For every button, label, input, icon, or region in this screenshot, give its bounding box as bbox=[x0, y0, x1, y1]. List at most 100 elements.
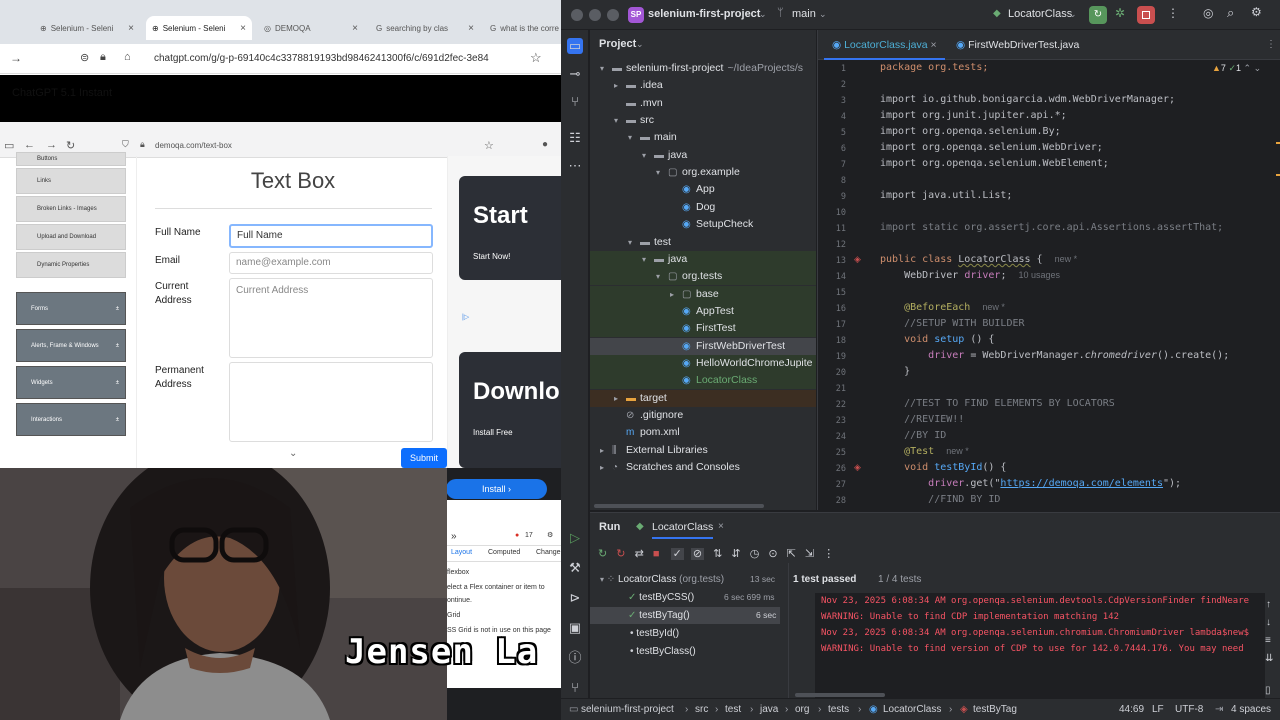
import-icon[interactable]: ⇲ bbox=[805, 548, 814, 560]
chevron-down-icon[interactable]: ▾ bbox=[656, 164, 668, 181]
permanent-address-textarea[interactable] bbox=[229, 362, 433, 442]
email-input[interactable]: name@example.com bbox=[229, 252, 433, 274]
tree-item[interactable]: m pom.xml bbox=[590, 424, 816, 441]
adchoices-icon[interactable]: |▷ bbox=[462, 313, 469, 321]
run-panel-title[interactable]: Run bbox=[599, 521, 620, 533]
line-number[interactable]: 25 bbox=[818, 448, 846, 458]
file-encoding[interactable]: UTF-8 bbox=[1175, 704, 1203, 715]
close-window-icon[interactable] bbox=[571, 9, 583, 21]
chevron-down-icon[interactable]: ▾ bbox=[614, 112, 626, 129]
breadcrumb-item[interactable]: org bbox=[795, 704, 809, 715]
more-vertical-icon[interactable]: ⋮ bbox=[823, 548, 834, 560]
tree-item[interactable]: ▾ ▬ src bbox=[590, 112, 816, 129]
up-arrow-icon[interactable]: ↑ bbox=[1266, 599, 1271, 610]
url-text[interactable]: chatgpt.com/g/g-p-69140c4c3378819193bd98… bbox=[154, 53, 524, 64]
line-number[interactable]: 2 bbox=[818, 80, 846, 90]
tree-item[interactable]: ▸ ⫼ External Libraries bbox=[590, 442, 816, 459]
tree-item[interactable]: ◉ SetupCheck bbox=[590, 216, 816, 233]
full-name-input[interactable]: Full Name bbox=[229, 224, 433, 248]
install-button[interactable]: Install › bbox=[446, 479, 547, 499]
back-arrow-icon[interactable]: ← bbox=[24, 139, 35, 151]
tree-item[interactable]: ▸ ▬ .idea bbox=[590, 77, 816, 94]
tree-item[interactable]: ▾ ▢ org.tests bbox=[590, 268, 816, 286]
indent-setting[interactable]: 4 spaces bbox=[1231, 704, 1271, 715]
line-number[interactable]: 7 bbox=[818, 160, 846, 170]
line-number[interactable]: 16 bbox=[818, 304, 846, 314]
breadcrumb-item[interactable]: testByTag bbox=[973, 704, 1017, 715]
forward-arrow-icon[interactable]: → bbox=[46, 139, 57, 151]
terminal-icon[interactable]: ▣ bbox=[567, 620, 583, 636]
tree-item[interactable]: ▾ ▬ java bbox=[590, 250, 816, 268]
breadcrumb-item[interactable]: LocatorClass bbox=[883, 704, 941, 715]
chevron-right-icon[interactable]: ▸ bbox=[614, 77, 626, 94]
debug-icon[interactable]: ✲ bbox=[1115, 6, 1125, 20]
chevron-right-icon[interactable]: ▸ bbox=[600, 442, 612, 459]
line-number[interactable]: 6 bbox=[818, 144, 846, 154]
bookmark-star-icon[interactable]: ☆ bbox=[484, 139, 494, 152]
site-info-icon[interactable]: ⊜ bbox=[80, 51, 89, 64]
chevron-down-icon[interactable]: ⌄ bbox=[289, 448, 297, 459]
show-passed-icon[interactable]: ✓ bbox=[670, 548, 684, 560]
close-tab-icon[interactable]: × bbox=[352, 23, 358, 34]
chevron-down-icon[interactable]: ▾ bbox=[600, 60, 612, 77]
browser-tab-active[interactable]: ⊕ Selenium - Seleni × bbox=[146, 16, 252, 40]
chevron-down-icon[interactable]: ▾ bbox=[656, 268, 668, 285]
tree-item[interactable]: ⊘ .gitignore bbox=[590, 407, 816, 424]
tree-item[interactable]: ◉ FirstTest bbox=[590, 320, 816, 338]
scroll-end-icon[interactable]: ⇊ bbox=[1265, 653, 1273, 664]
maximize-window-icon[interactable] bbox=[607, 9, 619, 21]
extension-icon[interactable]: ● bbox=[542, 139, 548, 150]
nav-item-broken-links[interactable]: Broken Links - Images bbox=[16, 196, 126, 222]
minimize-window-icon[interactable] bbox=[589, 9, 601, 21]
run-gutter-icon[interactable]: ◈ bbox=[854, 254, 861, 265]
breadcrumb-item[interactable]: tests bbox=[828, 704, 849, 715]
line-number[interactable]: 23 bbox=[818, 416, 846, 426]
tree-item[interactable]: ◉ Dog bbox=[590, 199, 816, 216]
run-tool-icon[interactable]: ▷ bbox=[567, 530, 583, 546]
line-separator[interactable]: LF bbox=[1152, 704, 1164, 715]
rerun-icon[interactable]: ↻ bbox=[598, 548, 607, 560]
run-gutter-icon[interactable]: ◈ bbox=[854, 462, 861, 473]
sort-duration-icon[interactable]: ⇵ bbox=[731, 548, 740, 560]
close-icon[interactable]: × bbox=[718, 521, 724, 532]
export-icon[interactable]: ⇱ bbox=[787, 548, 796, 560]
chatgpt-model-label[interactable]: ChatGPT 5.1 Instant bbox=[12, 87, 112, 99]
commit-icon[interactable]: ⊸ bbox=[567, 66, 583, 82]
horizontal-scrollbar[interactable] bbox=[795, 693, 885, 697]
tree-item[interactable]: ▬ .mvn bbox=[590, 95, 816, 112]
bookmark-star-icon[interactable]: ☆ bbox=[530, 50, 542, 66]
chevron-down-icon[interactable]: ▾ bbox=[628, 234, 640, 251]
chevron-down-icon[interactable]: ▾ bbox=[628, 129, 640, 146]
toggle-autotest-icon[interactable]: ⇄ bbox=[635, 548, 644, 560]
project-tool-icon[interactable]: ▭ bbox=[567, 38, 583, 54]
tree-item[interactable]: ▾ ▬ test bbox=[590, 234, 816, 251]
structure-icon[interactable]: ☷ bbox=[567, 130, 583, 146]
line-number[interactable]: 22 bbox=[818, 400, 846, 410]
stop-button[interactable] bbox=[1137, 6, 1155, 24]
search-icon[interactable]: ⌕ bbox=[1227, 5, 1234, 21]
branch-name[interactable]: main bbox=[792, 8, 816, 20]
tree-item[interactable]: ◉ App bbox=[590, 181, 816, 198]
more-vertical-icon[interactable]: ⋮ bbox=[1167, 6, 1179, 20]
close-icon[interactable]: × bbox=[930, 39, 936, 51]
ad-banner[interactable]: Downlo Install Free bbox=[459, 352, 561, 468]
nav-group-interactions[interactable]: Interactions ± bbox=[16, 403, 126, 436]
test-item[interactable]: ✓ testByCSS() 6 sec 699 ms bbox=[590, 589, 780, 606]
breadcrumb-item[interactable]: test bbox=[725, 704, 741, 715]
breadcrumb-item[interactable]: java bbox=[760, 704, 778, 715]
history-icon[interactable]: ◷ bbox=[750, 548, 760, 560]
line-number[interactable]: 14 bbox=[818, 272, 846, 282]
chevron-right-icon[interactable]: ▸ bbox=[600, 459, 612, 476]
tree-item[interactable]: ▸ ▢ base bbox=[590, 285, 816, 303]
address-bar[interactable]: → ⊜ 🔒︎ ⌂ chatgpt.com/g/g-p-69140c4c33788… bbox=[0, 44, 561, 74]
reload-icon[interactable]: ↻ bbox=[66, 139, 75, 152]
line-number[interactable]: 9 bbox=[818, 192, 846, 202]
line-number[interactable]: 21 bbox=[818, 384, 846, 394]
test-item-selected[interactable]: ✓ testByTag() 6 sec bbox=[590, 607, 780, 624]
git-icon[interactable]: ⑂ bbox=[567, 680, 583, 696]
ad-banner[interactable]: Start Start Now! bbox=[459, 176, 561, 280]
chevron-down-icon[interactable]: ▾ bbox=[642, 251, 654, 268]
browser-tab[interactable]: Gsearching by clas × bbox=[370, 16, 480, 40]
current-address-textarea[interactable]: Current Address bbox=[229, 278, 433, 358]
tree-item[interactable]: ▾ ▢ org.example bbox=[590, 164, 816, 181]
